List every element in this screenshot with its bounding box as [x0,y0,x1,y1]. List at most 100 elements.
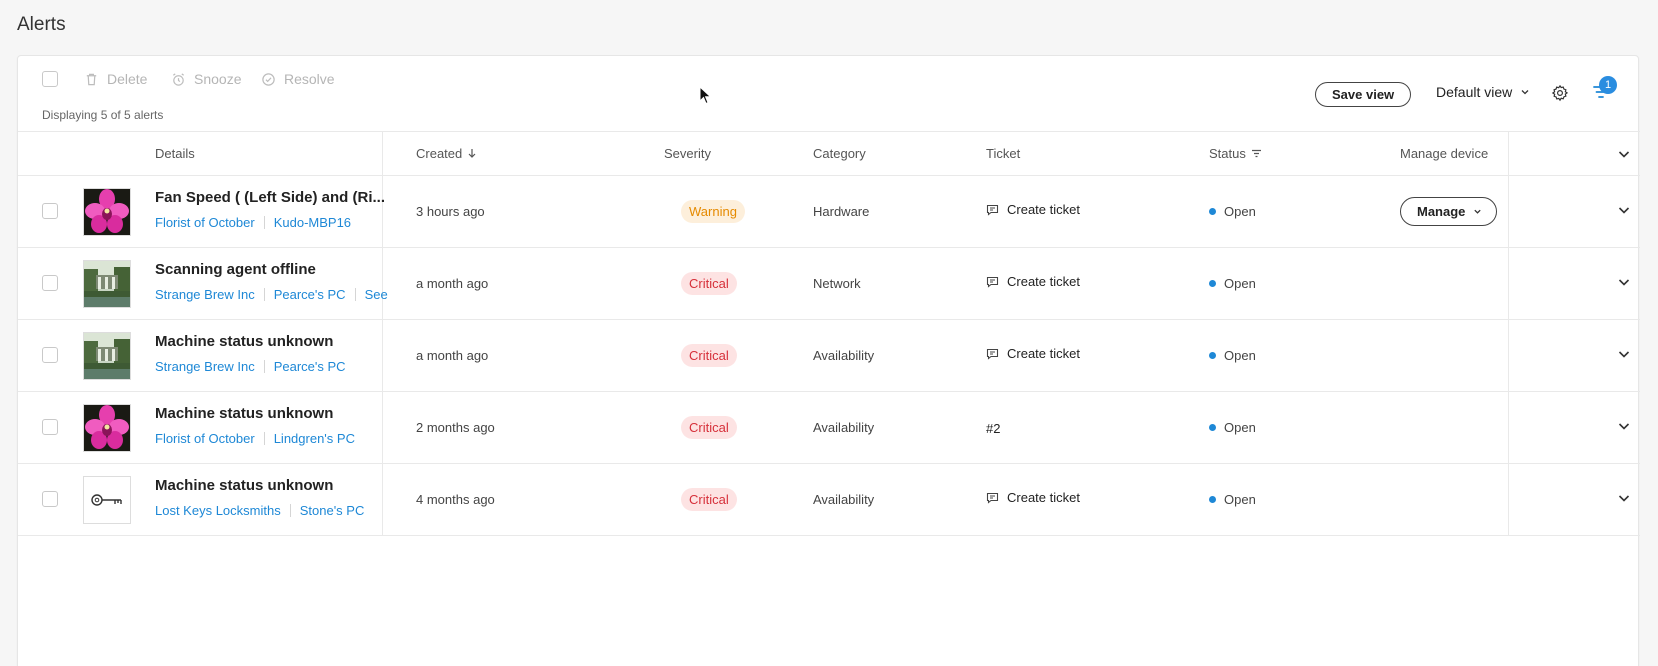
ticket-comment-icon [986,276,999,288]
created-time: 2 months ago [416,420,495,435]
alert-links: Florist of October Lindgren's PC [155,431,355,446]
snooze-label: Snooze [194,71,242,87]
column-divider [1508,176,1509,247]
row-checkbox[interactable] [42,347,58,363]
resolve-label: Resolve [284,71,335,87]
view-select[interactable]: Default view [1436,84,1530,100]
expand-row-chevron-icon[interactable] [1618,349,1630,359]
sort-down-icon [468,149,476,158]
status-dot [1209,496,1216,503]
device-link[interactable]: Pearce's PC [274,287,346,302]
alert-title[interactable]: Machine status unknown [155,477,395,494]
select-all-checkbox[interactable] [42,71,58,87]
column-header-category[interactable]: Category [813,146,866,161]
status-label: Open [1209,348,1256,363]
check-circle-icon [262,72,275,86]
column-header-severity[interactable]: Severity [664,146,711,161]
client-link[interactable]: Florist of October [155,215,255,230]
device-link[interactable]: Stone's PC [300,503,365,518]
category-label: Availability [813,420,875,435]
expand-row-chevron-icon[interactable] [1618,421,1630,431]
row-checkbox[interactable] [42,491,58,507]
link-separator [263,360,265,373]
view-select-label: Default view [1436,84,1513,100]
column-divider [1508,392,1509,463]
category-label: Network [813,276,861,291]
row-checkbox[interactable] [42,203,58,219]
column-header-status[interactable]: Status [1209,146,1262,161]
created-time: a month ago [416,348,489,363]
delete-label: Delete [107,71,148,87]
device-link[interactable]: Lindgren's PC [274,431,355,446]
severity-badge: Critical [681,344,737,367]
create-ticket-button[interactable]: Create ticket [986,346,1080,361]
client-link[interactable]: Lost Keys Locksmiths [155,503,281,518]
created-time: a month ago [416,276,489,291]
device-link[interactable]: Kudo-MBP16 [274,215,351,230]
ticket-comment-icon [986,348,999,360]
alert-links: Strange Brew Inc Pearce's PC [155,359,346,374]
trash-icon [86,73,97,85]
create-ticket-button[interactable]: Create ticket [986,490,1080,505]
expand-row-chevron-icon[interactable] [1618,205,1630,215]
expand-row-chevron-icon[interactable] [1618,277,1630,287]
severity-badge: Critical [681,272,737,295]
snooze-button[interactable]: Snooze [171,71,241,87]
created-time: 3 hours ago [416,204,485,219]
delete-button[interactable]: Delete [84,71,147,87]
create-ticket-button[interactable]: Create ticket [986,202,1080,217]
row-checkbox[interactable] [42,419,58,435]
table-row[interactable]: Machine status unknown Florist of Octobe… [18,392,1640,464]
manage-device-button[interactable]: Manage [1400,197,1498,226]
column-divider [382,132,383,175]
collapse-all-chevron-icon[interactable] [1618,149,1630,159]
mouse-cursor-icon [699,86,712,105]
expand-row-chevron-icon[interactable] [1618,493,1630,503]
device-thumbnail-orchid [83,404,131,452]
table-header: Details Created Severity Category Ticket… [18,131,1640,176]
page-title: Alerts [17,14,66,35]
column-divider [1508,132,1509,175]
table-row[interactable]: Machine status unknown Strange Brew Inc … [18,320,1640,392]
alert-title[interactable]: Machine status unknown [155,405,395,422]
link-separator [263,216,265,229]
alert-title[interactable]: Machine status unknown [155,333,395,350]
created-time: 4 months ago [416,492,495,507]
client-link[interactable]: Strange Brew Inc [155,287,255,302]
link-separator [289,504,291,517]
table-row[interactable]: Scanning agent offline Strange Brew Inc … [18,248,1640,320]
column-divider [1508,464,1509,535]
ticket-comment-icon [986,492,999,504]
column-divider [382,176,383,247]
ticket-comment-icon [986,204,999,216]
category-label: Availability [813,348,875,363]
alert-title[interactable]: Fan Speed ( (Left Side) and (Ri... [155,189,395,206]
alert-title[interactable]: Scanning agent offline [155,261,395,278]
status-dot [1209,208,1216,215]
status-dot [1209,280,1216,287]
link-separator [354,288,356,301]
table-row[interactable]: Machine status unknown Lost Keys Locksmi… [18,464,1640,536]
column-header-created[interactable]: Created [416,146,477,161]
alert-count: Displaying 5 of 5 alerts [42,108,164,122]
column-header-manage-device: Manage device [1400,146,1489,161]
save-view-button[interactable]: Save view [1315,82,1412,107]
table-row[interactable]: Fan Speed ( (Left Side) and (Ri... Flori… [18,176,1640,248]
alarm-icon [172,72,185,86]
row-checkbox[interactable] [42,275,58,291]
filter-small-icon [1251,149,1261,158]
column-header-ticket[interactable]: Ticket [986,146,1020,161]
see-more-link[interactable]: See [365,287,388,302]
client-link[interactable]: Florist of October [155,431,255,446]
status-dot [1209,352,1216,359]
resolve-button[interactable]: Resolve [261,71,335,87]
alert-links: Strange Brew Inc Pearce's PC See [155,287,388,302]
alert-links: Florist of October Kudo-MBP16 [155,215,351,230]
alert-links: Lost Keys Locksmiths Stone's PC [155,503,364,518]
gear-icon[interactable] [1551,84,1569,102]
client-link[interactable]: Strange Brew Inc [155,359,255,374]
create-ticket-button[interactable]: Create ticket [986,274,1080,289]
ticket-link[interactable]: #2 [986,421,1000,436]
device-link[interactable]: Pearce's PC [274,359,346,374]
device-thumbnail-key [83,476,131,524]
